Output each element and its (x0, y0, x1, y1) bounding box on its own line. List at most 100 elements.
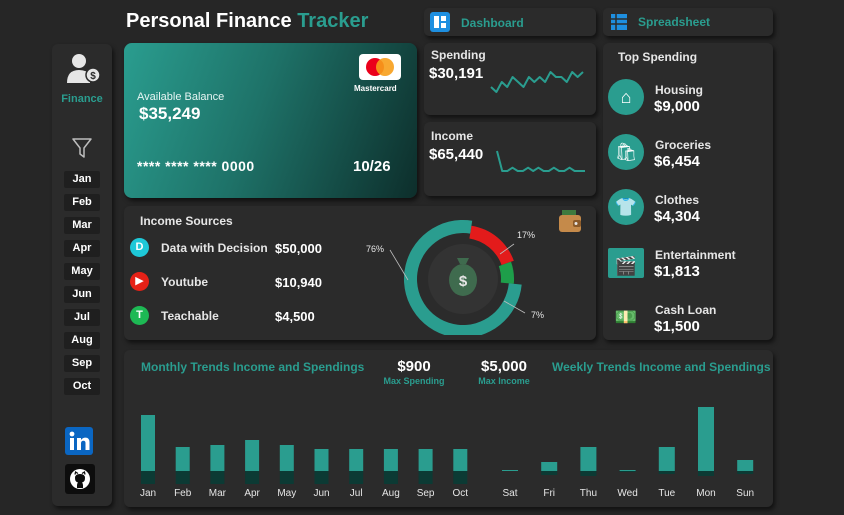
income-source-icon: T (130, 306, 149, 325)
page-title: Personal Finance Tracker (126, 10, 368, 33)
bar-feb-upper (175, 447, 190, 471)
bar-jul-lower (349, 471, 364, 484)
top-spending-name: Cash Loan (655, 303, 717, 317)
bar-mon-upper (698, 407, 714, 471)
income-value: $65,440 (429, 146, 484, 163)
title-teal-part: Tracker (297, 10, 369, 32)
linkedin-icon[interactable] (65, 427, 93, 455)
available-balance-value: $35,249 (139, 104, 201, 123)
tick-label-wed: Wed (617, 488, 637, 499)
income-source-row: D Data with Decision $50,000 (130, 238, 340, 258)
bar-tue-upper (658, 447, 675, 471)
income-source-name: Data with Decision (161, 241, 268, 255)
sidebar: $ Finance Jan Feb Mar Apr May Jun Jul Aug Sep Oct (52, 44, 112, 506)
max-income-value: $5,000 (481, 358, 527, 375)
tick-label-may: May (277, 488, 296, 499)
month-filter-oct[interactable]: Oct (64, 378, 100, 395)
bar-wed-upper (619, 470, 636, 471)
donut-label-income-share: 76% (366, 244, 384, 254)
income-source-name: Teachable (161, 309, 219, 323)
month-filter-sep[interactable]: Sep (64, 355, 100, 372)
bar-jan-lower (141, 471, 155, 484)
card-expiry: 10/26 (353, 158, 391, 175)
bar-apr-lower (245, 471, 260, 484)
max-spending-value: $900 (397, 358, 431, 375)
tick-label-sun: Sun (736, 488, 754, 499)
weekly-trends-title: Weekly Trends Income and Spendings (552, 360, 771, 374)
tick-label-aug: Aug (382, 488, 400, 499)
card-brand: Mastercard (354, 84, 397, 93)
income-source-name: Youtube (161, 275, 209, 289)
title-white-part: Personal Finance (126, 10, 292, 32)
bar-jul-upper (349, 449, 364, 471)
tick-label-sat: Sat (502, 488, 517, 499)
max-income-kpi: $5,000 Max Income (464, 358, 544, 386)
income-source-icon-glyph: ▶ (135, 275, 144, 287)
finance-user-icon: $ (67, 54, 101, 83)
top-spending-row: ⌂ Housing $9,000 (608, 79, 768, 125)
house-icon: ⌂ (608, 79, 644, 115)
mastercard-logo-icon (359, 54, 401, 80)
max-spending-label: Max Spending (383, 376, 445, 386)
spreadsheet-label: Spreadsheet (638, 15, 711, 29)
month-filter-jun[interactable]: Jun (64, 286, 100, 303)
dashboard-button[interactable]: Dashboard (424, 8, 596, 36)
bar-wed-lower (619, 471, 636, 472)
tick-label-jun: Jun (313, 488, 329, 499)
month-filter-apr[interactable]: Apr (64, 240, 100, 257)
max-income-label: Max Income (478, 376, 530, 386)
finance-label: Finance (61, 93, 103, 105)
svg-text:$: $ (90, 71, 96, 82)
month-filter-mar[interactable]: Mar (64, 217, 100, 234)
tick-label-jan: Jan (140, 488, 156, 499)
tick-label-thu: Thu (580, 488, 597, 499)
clapperboard-icon: 🎬 (608, 248, 644, 278)
shopping-bag-icon: 🛍 (608, 134, 644, 170)
bar-feb-lower (175, 471, 190, 484)
spending-panel: Spending $30,191 (424, 43, 596, 115)
month-filter-feb[interactable]: Feb (64, 194, 100, 211)
month-filter-jul[interactable]: Jul (64, 309, 100, 326)
month-filter-jan[interactable]: Jan (64, 171, 100, 188)
tick-label-feb: Feb (174, 488, 192, 499)
spending-value: $30,191 (429, 65, 484, 82)
tick-label-mar: Mar (209, 488, 227, 499)
top-spending-row: 🎬 Entertainment $1,813 (608, 244, 768, 290)
top-spending-name: Housing (655, 83, 703, 97)
bar-may-upper (279, 445, 294, 471)
spreadsheet-button[interactable]: Spreadsheet (603, 8, 773, 36)
bar-fri-lower (541, 471, 558, 475)
top-spending-name: Entertainment (655, 248, 736, 262)
income-source-row: ▶ Youtube $10,940 (130, 272, 340, 292)
monthly-bar-chart: Jan Feb Mar Apr May Jun Jul Aug Sep Oct (140, 415, 468, 499)
month-filter-aug[interactable]: Aug (64, 332, 100, 349)
wallet-icon (559, 210, 581, 232)
github-icon[interactable] (65, 464, 95, 494)
donut-slice-2 (498, 261, 515, 284)
tshirt-icon: 👕 (608, 189, 644, 225)
filter-icon[interactable] (72, 137, 92, 159)
bar-jun-lower (314, 471, 329, 484)
bar-sep-lower (418, 471, 433, 484)
spreadsheet-icon (611, 14, 627, 30)
bar-aug-lower (383, 471, 398, 484)
dashboard-label: Dashboard (461, 16, 524, 30)
bar-tue-lower (658, 471, 675, 474)
month-filter-may[interactable]: May (64, 263, 100, 280)
income-source-value: $50,000 (275, 241, 322, 256)
spending-sparkline (490, 71, 584, 93)
bar-sep-upper (418, 449, 433, 471)
top-spending-row: 💵 Cash Loan $1,500 (608, 299, 768, 345)
bar-jun-upper (314, 449, 329, 471)
top-spending-value: $1,500 (654, 318, 700, 335)
income-source-value: $4,500 (275, 309, 315, 324)
bar-apr-upper (245, 440, 260, 471)
tick-label-tue: Tue (658, 488, 675, 499)
tick-label-apr: Apr (244, 488, 260, 499)
bar-mar-upper (210, 445, 225, 471)
income-source-value: $10,940 (275, 275, 322, 290)
bar-thu-lower (580, 471, 597, 476)
top-spending-value: $1,813 (654, 263, 700, 280)
spending-label: Spending (431, 48, 486, 62)
bar-oct-upper (453, 449, 468, 471)
